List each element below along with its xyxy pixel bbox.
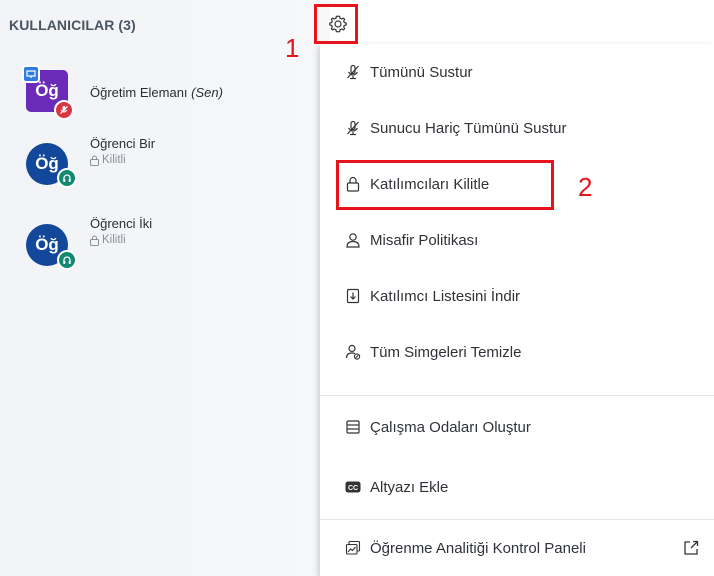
menu-item-mute-all-except-presenter[interactable]: Sunucu Hariç Tümünü Sustur — [320, 100, 714, 156]
user-status: Kilitli — [89, 234, 126, 246]
headphones-icon — [57, 168, 77, 188]
avatar-initials: Öğ — [35, 235, 59, 254]
menu-item-label: Çalışma Odaları Oluştur — [370, 418, 531, 436]
user-icon — [344, 231, 362, 249]
clear-status-icon — [344, 343, 362, 361]
user-name: Öğrenci İki — [90, 216, 153, 231]
avatar-initials: Öğ — [35, 154, 59, 173]
menu-item-learning-dashboard[interactable]: Öğrenme Analitiği Kontrol Paneli — [320, 520, 714, 576]
user-settings-menu: Tümünü Sustur Sunucu Hariç Tümünü Sustur… — [320, 44, 714, 576]
svg-text:CC: CC — [348, 485, 358, 492]
annotation-label-2: 2 — [578, 172, 593, 202]
muted-mic-icon — [54, 100, 74, 120]
lock-icon — [90, 155, 99, 166]
menu-item-mute-all[interactable]: Tümünü Sustur — [320, 44, 714, 100]
you-suffix: (Sen) — [191, 85, 223, 100]
menu-item-label: Tüm Simgeleri Temizle — [370, 343, 522, 361]
users-panel: KULLANICILAR (3) Öğ Öğretim Elemanı (Sen… — [0, 0, 330, 576]
annotation-label-1: 1 — [285, 33, 300, 63]
annotation-box-2 — [336, 160, 554, 210]
menu-item-label: Altyazı Ekle — [370, 478, 449, 496]
user-list-item[interactable]: Öğ Öğrenci İki Kilitli — [0, 216, 320, 272]
menu-item-label: Tümünü Sustur — [370, 63, 473, 81]
headphones-icon — [57, 250, 77, 270]
download-file-icon — [344, 287, 362, 305]
presenter-icon — [22, 65, 40, 83]
lock-icon — [90, 235, 99, 246]
external-link-icon — [684, 540, 699, 555]
menu-item-create-breakout-rooms[interactable]: Çalışma Odaları Oluştur — [320, 399, 714, 455]
avatar-initials: Öğ — [35, 81, 59, 100]
menu-item-label: Öğrenme Analitiği Kontrol Paneli — [370, 539, 586, 557]
user-status: Kilitli — [89, 154, 126, 166]
user-name: Öğrenci Bir — [90, 136, 156, 151]
menu-item-add-captions[interactable]: CC Altyazı Ekle — [320, 459, 714, 515]
menu-item-clear-status[interactable]: Tüm Simgeleri Temizle — [320, 324, 714, 380]
menu-item-download-user-list[interactable]: Katılımcı Listesini İndir — [320, 268, 714, 324]
menu-divider — [320, 395, 714, 396]
menu-item-label: Sunucu Hariç Tümünü Sustur — [370, 119, 567, 137]
rooms-icon — [344, 418, 362, 436]
user-list-item[interactable]: Öğ Öğretim Elemanı (Sen) — [0, 62, 320, 120]
analytics-icon — [344, 539, 362, 557]
menu-item-label: Katılımcı Listesini İndir — [370, 287, 521, 305]
mic-off-icon — [344, 63, 362, 81]
mic-off-icon — [344, 119, 362, 137]
menu-item-guest-policy[interactable]: Misafir Politikası — [320, 212, 714, 268]
closed-caption-icon: CC — [344, 478, 362, 496]
users-panel-title: KULLANICILAR (3) — [9, 17, 136, 33]
user-list-item[interactable]: Öğ Öğrenci Bir Kilitli — [0, 136, 320, 192]
menu-item-label: Misafir Politikası — [370, 231, 479, 249]
user-name: Öğretim Elemanı (Sen) — [90, 85, 223, 100]
annotation-box-1 — [314, 4, 358, 44]
